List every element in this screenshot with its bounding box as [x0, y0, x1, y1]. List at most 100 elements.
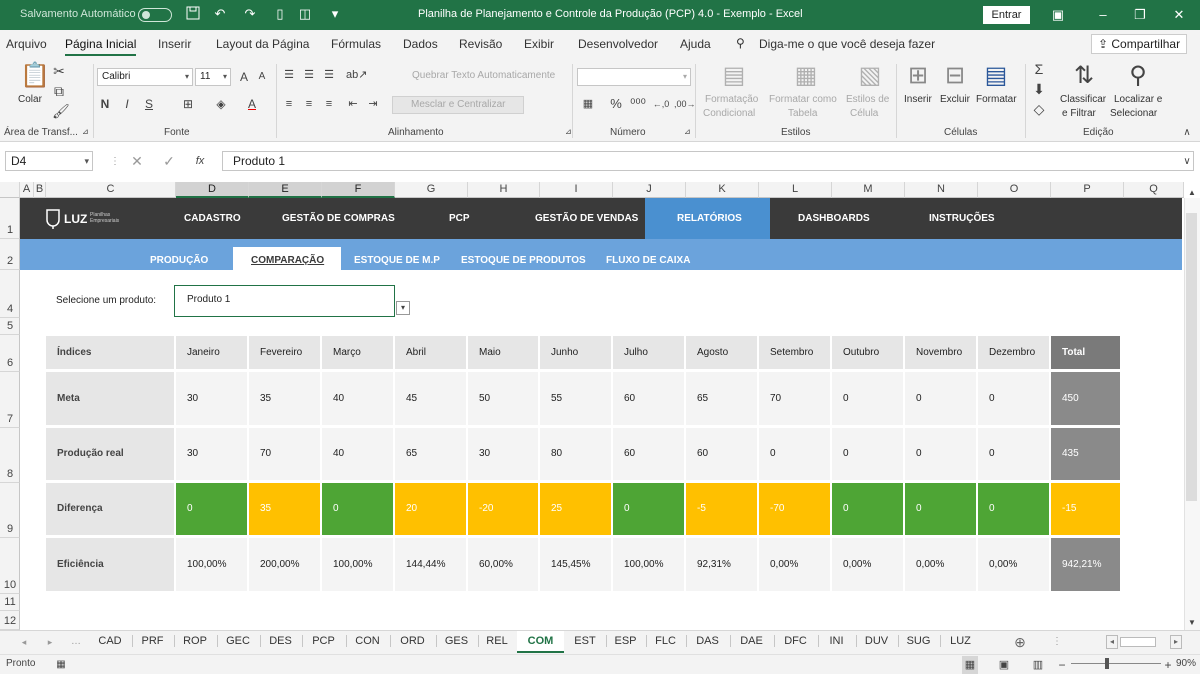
redo-icon[interactable]: ↷ — [242, 6, 258, 22]
tab-exibir[interactable]: Exibir — [524, 37, 554, 51]
nav-cadastro[interactable]: CADASTRO — [184, 213, 241, 224]
cell-styles-icon[interactable]: ▧ — [856, 62, 884, 90]
clipboard-launcher-icon[interactable]: ⊿ — [82, 127, 89, 136]
normal-view-icon[interactable]: ▦ — [962, 656, 978, 674]
sheet-more-icon[interactable]: … — [70, 633, 82, 651]
print-preview-icon[interactable]: ▯ — [272, 6, 288, 22]
insert-cells-icon[interactable]: ⊞ — [904, 62, 932, 90]
col-header-c[interactable]: C — [46, 182, 176, 198]
find-select-label-1[interactable]: Localizar e — [1114, 94, 1162, 105]
subnav-comparacao[interactable]: COMPARAÇÃO — [251, 255, 324, 266]
cell-styles-label-2[interactable]: Célula — [850, 108, 878, 119]
tab-inserir[interactable]: Inserir — [158, 37, 191, 51]
sheet-tab-est[interactable]: EST — [566, 635, 604, 647]
collapse-ribbon-icon[interactable]: ∧ — [1180, 124, 1194, 142]
align-center-icon[interactable]: ≡ — [302, 95, 316, 113]
font-size-select[interactable]: 11 — [195, 68, 231, 86]
font-name-select[interactable]: Calibri — [97, 68, 193, 86]
col-header-j[interactable]: J — [613, 182, 686, 198]
row-header-8[interactable]: 8 — [0, 428, 20, 483]
paste-icon[interactable]: 📋 — [20, 62, 50, 90]
wrap-text-button[interactable]: Quebrar Texto Automaticamente — [394, 68, 564, 86]
row-header-6[interactable]: 6 — [0, 335, 20, 372]
sheet-tab-gec[interactable]: GEC — [217, 635, 258, 647]
row-header-9[interactable]: 9 — [0, 483, 20, 538]
insert-cells-label[interactable]: Inserir — [904, 94, 932, 105]
fill-icon[interactable]: ⬇ — [1031, 80, 1047, 98]
row-header-12[interactable]: 12 — [0, 611, 20, 630]
tell-me-search[interactable]: Diga-me o que você deseja fazer — [759, 37, 935, 51]
col-header-i[interactable]: I — [540, 182, 613, 198]
lightbulb-icon[interactable]: ⚲ — [736, 36, 745, 50]
tab-layout-da-pagina[interactable]: Layout da Página — [216, 37, 309, 51]
zoom-out-icon[interactable]: − — [1056, 656, 1068, 674]
underline-icon[interactable]: S — [142, 95, 156, 113]
close-icon[interactable]: ✕ — [1169, 5, 1189, 25]
col-header-e[interactable]: E — [249, 182, 322, 198]
sheet-tab-com[interactable]: COM — [517, 631, 564, 653]
cell-styles-label-1[interactable]: Estilos de — [846, 94, 889, 105]
col-header-k[interactable]: K — [686, 182, 759, 198]
col-header-d[interactable]: D — [176, 182, 249, 198]
paste-label[interactable]: Colar — [18, 94, 42, 105]
zoom-slider-thumb[interactable] — [1105, 658, 1109, 669]
sort-filter-label-2[interactable]: e Filtrar — [1062, 108, 1096, 119]
sheet-tab-luz[interactable]: LUZ — [940, 635, 980, 647]
nav-relatorios[interactable]: RELATÓRIOS — [677, 213, 742, 224]
conditional-format-icon[interactable]: ▤ — [720, 62, 748, 90]
cond-format-label-1[interactable]: Formatação — [705, 94, 758, 105]
delete-cells-label[interactable]: Excluir — [940, 94, 970, 105]
increase-decimal-icon[interactable]: ←,0 — [652, 95, 670, 113]
increase-indent-icon[interactable]: ⇥ — [366, 95, 380, 113]
zoom-slider-track[interactable] — [1071, 663, 1161, 664]
sheet-tab-esp[interactable]: ESP — [606, 635, 644, 647]
sheet-tab-des[interactable]: DES — [260, 635, 300, 647]
autosave-toggle[interactable] — [138, 8, 172, 22]
sheet-tab-dae[interactable]: DAE — [730, 635, 772, 647]
currency-icon[interactable]: ▦ — [580, 95, 596, 113]
customize-qat-icon[interactable]: ▾ — [327, 6, 343, 22]
cancel-icon[interactable]: ✕ — [130, 152, 144, 170]
bold-icon[interactable]: N — [98, 95, 112, 113]
sheet-tab-duv[interactable]: DUV — [856, 635, 896, 647]
format-table-label-2[interactable]: Tabela — [788, 108, 817, 119]
zoom-level[interactable]: 90% — [1176, 658, 1196, 669]
enter-icon[interactable]: ✓ — [162, 152, 176, 170]
select-all-corner[interactable] — [0, 182, 20, 198]
align-right-icon[interactable]: ≡ — [322, 95, 336, 113]
decrease-decimal-icon[interactable]: ,00→ — [674, 95, 696, 113]
zoom-in-icon[interactable]: + — [1162, 656, 1174, 674]
nav-pcp[interactable]: PCP — [449, 213, 470, 224]
product-select[interactable]: Produto 1 — [174, 285, 395, 317]
sheet-tab-cad[interactable]: CAD — [90, 635, 130, 647]
sheet-tab-das[interactable]: DAS — [686, 635, 728, 647]
sheet-tab-prf[interactable]: PRF — [132, 635, 172, 647]
add-sheet-icon[interactable]: ⊕ — [1012, 633, 1028, 651]
row-header-4[interactable]: 4 — [0, 270, 20, 318]
name-box[interactable]: D4 — [5, 151, 93, 171]
product-dropdown-icon[interactable]: ▾ — [396, 301, 410, 315]
align-middle-icon[interactable]: ☰ — [302, 66, 316, 84]
nav-dashboards[interactable]: DASHBOARDS — [798, 213, 870, 224]
row-header-5[interactable]: 5 — [0, 318, 20, 335]
sheet-tab-sug[interactable]: SUG — [898, 635, 938, 647]
minimize-icon[interactable]: – — [1093, 5, 1113, 25]
format-cells-label[interactable]: Formatar — [976, 94, 1017, 105]
share-button[interactable]: ⇪ Compartilhar — [1091, 34, 1187, 54]
sheet-tab-ini[interactable]: INI — [818, 635, 854, 647]
font-color-icon[interactable]: A — [244, 95, 260, 113]
decrease-font-icon[interactable]: A — [255, 68, 269, 86]
hscroll-left-icon[interactable]: ◂ — [1106, 635, 1118, 649]
col-header-f[interactable]: F — [322, 182, 395, 198]
tab-arquivo[interactable]: Arquivo — [6, 37, 47, 51]
sheet-prev-icon[interactable]: ◂ — [18, 633, 30, 651]
sheet-tab-con[interactable]: CON — [346, 635, 388, 647]
clear-icon[interactable]: ◇ — [1031, 100, 1047, 118]
decrease-indent-icon[interactable]: ⇤ — [346, 95, 360, 113]
macro-record-icon[interactable]: ▦ — [54, 656, 68, 674]
nav-instrucoes[interactable]: INSTRUÇÕES — [929, 213, 995, 224]
sheet-tab-dfc[interactable]: DFC — [774, 635, 816, 647]
alignment-launcher-icon[interactable]: ⊿ — [565, 127, 572, 136]
autosum-icon[interactable]: Σ — [1031, 60, 1047, 78]
increase-font-icon[interactable]: A — [237, 68, 251, 86]
